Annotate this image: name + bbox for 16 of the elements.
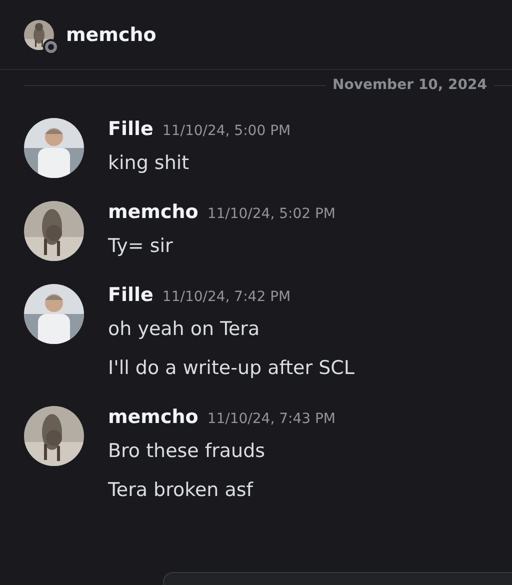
message-text: Tera broken asf xyxy=(108,478,254,503)
message-text: oh yeah on Tera xyxy=(108,317,261,342)
message-text: Ty= sir xyxy=(108,234,174,259)
timestamp: 11/10/24, 7:42 PM xyxy=(162,289,291,305)
timestamp: 11/10/24, 5:00 PM xyxy=(162,123,291,139)
author-name[interactable]: Fille xyxy=(108,284,154,306)
author-name[interactable]: Fille xyxy=(108,118,154,140)
message-text: king shit xyxy=(108,151,190,176)
timestamp: 11/10/24, 7:43 PM xyxy=(207,411,336,427)
channel-title: memcho xyxy=(66,24,156,46)
author-name[interactable]: memcho xyxy=(108,201,198,223)
timestamp: 11/10/24, 5:02 PM xyxy=(207,206,336,222)
author-name[interactable]: memcho xyxy=(108,406,198,428)
date-divider: November 10, 2024 xyxy=(332,77,488,93)
message-text: Bro these frauds xyxy=(108,439,266,464)
message-text: I'll do a write-up after SCL xyxy=(108,356,354,381)
